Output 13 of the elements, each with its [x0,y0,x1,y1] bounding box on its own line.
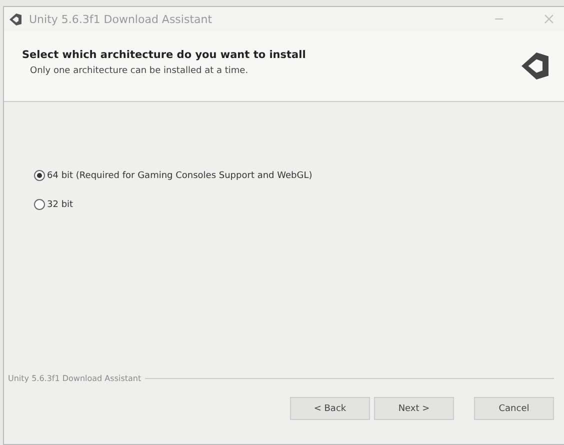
option-label[interactable]: 32 bit [47,200,74,210]
dialog-button[interactable]: < Back [290,397,370,420]
header-title: Select which architecture do you want to install [22,48,307,60]
header-subtitle: Only one architecture can be installed at a time. [30,66,250,76]
dialog-button[interactable]: Cancel [474,397,554,420]
unity-logo-icon [520,51,550,81]
option-label[interactable]: 64 bit (Required for Gaming Consoles Support and WebGL) [47,170,312,180]
radio-button[interactable] [34,170,45,181]
window-title: Unity 5.6.3f1 Download Assistant [29,12,212,26]
footer-label: Unity 5.6.3f1 Download Assistant [8,374,142,383]
dialog-button[interactable]: Next > [374,397,454,420]
radio-button[interactable] [34,199,45,210]
unity-logo-icon [8,12,23,26]
